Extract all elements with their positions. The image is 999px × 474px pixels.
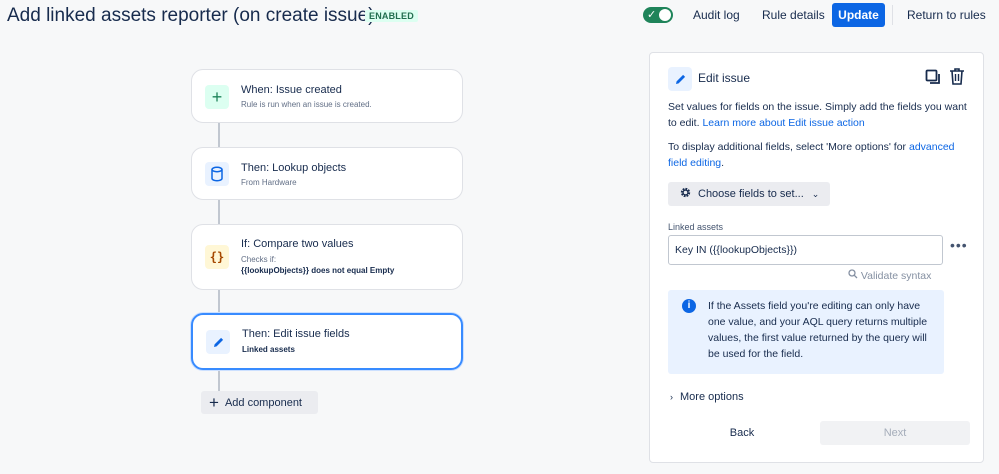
- update-button[interactable]: Update: [832, 3, 885, 27]
- pencil-icon: [668, 67, 692, 91]
- card-title: Then: Edit issue fields: [242, 328, 350, 340]
- page-title: Add linked assets reporter (on create is…: [7, 5, 375, 26]
- card-subtitle: Checks if:: [241, 255, 277, 264]
- card-title: When: Issue created: [241, 84, 342, 96]
- flow-connector: [218, 122, 220, 148]
- header-divider: [892, 5, 893, 25]
- panel-description: Set values for fields on the issue. Simp…: [668, 99, 968, 131]
- status-badge: ENABLED: [365, 10, 418, 22]
- add-component-button[interactable]: + Add component: [201, 391, 318, 414]
- toggle-knob: [659, 9, 671, 21]
- plus-icon: +: [205, 85, 229, 109]
- more-options-toggle[interactable]: › More options: [670, 391, 744, 403]
- choose-fields-button[interactable]: Choose fields to set... ⌄: [668, 182, 830, 206]
- panel-display-text: To display additional fields, select 'Mo…: [668, 141, 955, 169]
- braces-icon: {}: [205, 245, 229, 269]
- card-title: Then: Lookup objects: [241, 162, 347, 174]
- audit-log-button[interactable]: Audit log: [685, 3, 748, 27]
- add-component-label: Add component: [224, 396, 302, 409]
- pencil-icon: [206, 330, 230, 354]
- check-icon: ✓: [647, 9, 657, 21]
- card-detail: {{lookupObjects}} does not equal Empty: [241, 266, 395, 275]
- chevron-down-icon: ⌄: [811, 188, 820, 199]
- learn-more-link[interactable]: Learn more about Edit issue action: [702, 117, 864, 129]
- validate-syntax-button[interactable]: Validate syntax: [848, 269, 931, 282]
- choose-fields-label: Choose fields to set...: [698, 188, 804, 200]
- flow-connector: [218, 289, 220, 315]
- info-text: If the Assets field you're editing can o…: [708, 300, 928, 360]
- card-subtitle: Rule is run when an issue is created.: [241, 100, 372, 109]
- linked-assets-label: Linked assets: [668, 222, 724, 232]
- compare-values-card[interactable]: {} If: Compare two values Checks if: {{l…: [191, 224, 463, 290]
- chevron-right-icon: ›: [670, 392, 673, 402]
- panel-title: Edit issue: [698, 71, 751, 85]
- next-button[interactable]: Next: [820, 421, 970, 445]
- database-icon: [205, 162, 229, 186]
- trigger-card[interactable]: + When: Issue created Rule is run when a…: [191, 69, 463, 123]
- info-message: i If the Assets field you're editing can…: [668, 290, 944, 374]
- card-detail: Linked assets: [242, 345, 295, 354]
- display-text: To display additional fields, select 'Mo…: [668, 141, 907, 153]
- card-title: If: Compare two values: [241, 238, 354, 250]
- trash-icon[interactable]: [949, 67, 965, 91]
- rule-enabled-toggle[interactable]: ✓: [643, 7, 673, 23]
- lookup-objects-card[interactable]: Then: Lookup objects From Hardware: [191, 147, 463, 200]
- info-icon: i: [682, 299, 696, 313]
- flow-connector: [218, 369, 220, 393]
- validate-syntax-label: Validate syntax: [860, 270, 932, 282]
- more-options-label: More options: [680, 391, 744, 403]
- more-actions-icon[interactable]: •••: [950, 237, 968, 253]
- return-to-rules-button[interactable]: Return to rules: [899, 3, 994, 27]
- linked-assets-input[interactable]: [668, 235, 943, 265]
- gear-icon: [679, 186, 692, 202]
- plus-icon: +: [209, 393, 219, 412]
- card-subtitle: From Hardware: [241, 178, 297, 187]
- back-button[interactable]: Back: [704, 421, 780, 445]
- copy-icon[interactable]: [925, 69, 941, 90]
- rule-details-button[interactable]: Rule details: [754, 3, 833, 27]
- edit-issue-fields-card[interactable]: Then: Edit issue fields Linked assets: [191, 313, 463, 370]
- edit-issue-panel: Edit issue Set values for fields on the …: [649, 52, 984, 463]
- search-icon: [848, 269, 861, 282]
- flow-connector: [218, 199, 220, 225]
